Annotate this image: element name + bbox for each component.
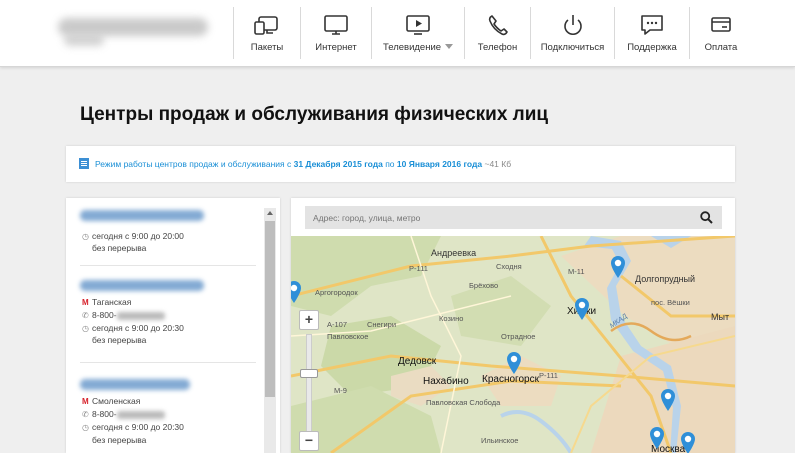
- zoom-out-button[interactable]: −: [299, 431, 319, 451]
- card-icon: [711, 17, 731, 32]
- office-break: без перерыва: [92, 435, 147, 445]
- scrollbar-thumb[interactable]: [265, 221, 275, 397]
- phone-blurred: [116, 410, 165, 419]
- map-panel: Андреевка Р-111 Сходня М-11 Долгопрудный…: [291, 198, 735, 453]
- nav-label: Телефон: [477, 42, 518, 53]
- site-header: Пакеты Интернет Телевидение Телефон Подк…: [0, 0, 795, 67]
- nav-label: Подключиться: [540, 42, 605, 53]
- nav-item-phone[interactable]: Телефон: [464, 7, 530, 59]
- office-hours: ◷ сегодня с 9:00 до 20:30: [82, 323, 184, 333]
- divider: [80, 362, 256, 363]
- document-icon: [79, 158, 89, 169]
- office-break: без перерыва: [92, 243, 147, 253]
- map-label: Долгопрудный: [635, 274, 696, 284]
- schedule-notice-link[interactable]: Режим работы центров продаж и обслуживан…: [95, 159, 511, 169]
- map-pin-icon[interactable]: [660, 388, 676, 412]
- map-view[interactable]: Андреевка Р-111 Сходня М-11 Долгопрудный…: [291, 236, 735, 453]
- nav-item-internet[interactable]: Интернет: [300, 7, 371, 59]
- main-nav: Пакеты Интернет Телевидение Телефон Подк…: [233, 7, 752, 59]
- logo-blurred-sub: [64, 34, 104, 46]
- nav-item-bundles[interactable]: Пакеты: [233, 7, 300, 59]
- map-label: А-107: [327, 320, 348, 329]
- phone-blurred: [116, 311, 165, 320]
- file-size: ~41 Кб: [482, 159, 512, 169]
- map-label: Брёхово: [469, 281, 499, 290]
- map-label: Павловское: [327, 332, 369, 341]
- office-break: без перерыва: [92, 335, 147, 345]
- zoom-slider-handle[interactable]: [300, 369, 318, 378]
- metro-icon: М: [82, 298, 89, 307]
- office-name-link[interactable]: [80, 280, 204, 291]
- map-label: Нахабино: [423, 376, 469, 387]
- search-icon[interactable]: [700, 211, 713, 224]
- map-pin-icon[interactable]: [506, 351, 522, 375]
- map-pin-icon[interactable]: [574, 297, 590, 321]
- office-metro: М Смоленская: [82, 396, 141, 406]
- map-label: Мыт: [711, 312, 730, 322]
- map-label: Андреевка: [431, 248, 477, 258]
- office-name-link[interactable]: [80, 379, 190, 390]
- chat-icon: [641, 15, 663, 35]
- map-label: Дедовск: [398, 356, 437, 367]
- zoom-slider-track[interactable]: [306, 334, 312, 438]
- map-label: Отрадное: [501, 332, 536, 341]
- office-list: ◷ сегодня с 9:00 до 20:00 без перерыва МТ…: [66, 198, 280, 453]
- nav-label: Оплата: [704, 42, 738, 53]
- bundle-icon: [254, 16, 278, 35]
- nav-label: Пакеты: [250, 42, 284, 53]
- nav-item-connect[interactable]: Подключиться: [530, 7, 614, 59]
- address-search: [305, 206, 722, 229]
- map-label: Сходня: [496, 262, 522, 271]
- divider: [80, 265, 256, 266]
- map-pin-icon[interactable]: [291, 280, 302, 304]
- map-label: Козино: [439, 314, 464, 323]
- phone-icon: [488, 15, 508, 36]
- office-phone: ✆ 8-800-: [82, 409, 165, 419]
- chevron-down-icon: [445, 44, 454, 49]
- clock-icon: ◷: [82, 324, 89, 333]
- map-label: Павловская Слобода: [426, 398, 501, 407]
- office-name-link[interactable]: [80, 210, 204, 221]
- map-label: Красногорск: [482, 374, 539, 385]
- clock-icon: ◷: [82, 423, 89, 432]
- search-input[interactable]: [305, 206, 693, 229]
- office-hours: ◷ сегодня с 9:00 до 20:30: [82, 422, 184, 432]
- phone-icon: ✆: [82, 311, 89, 320]
- map-label: Р-111: [539, 371, 558, 380]
- map-label: Снегири: [367, 320, 397, 329]
- nav-item-tv[interactable]: Телевидение: [371, 7, 464, 59]
- map-pin-icon[interactable]: [610, 255, 626, 279]
- monitor-icon: [324, 15, 348, 35]
- map-label: Ильинское: [481, 436, 519, 445]
- map-label: Р-111: [409, 264, 428, 273]
- nav-item-payment[interactable]: Оплата: [689, 7, 752, 59]
- map-label: Аргогородок: [315, 288, 358, 297]
- schedule-notice: Режим работы центров продаж и обслуживан…: [66, 146, 735, 182]
- office-metro: М Таганская: [82, 297, 132, 307]
- nav-label: Поддержка: [627, 42, 677, 53]
- zoom-in-button[interactable]: +: [299, 310, 319, 330]
- logo[interactable]: [58, 14, 210, 48]
- map-label: М-11: [568, 267, 585, 276]
- scroll-up-icon[interactable]: [267, 211, 273, 215]
- map-label: М-9: [334, 386, 347, 395]
- phone-icon: ✆: [82, 410, 89, 419]
- tv-icon: [406, 15, 430, 35]
- map-label: пос. Вёшки: [651, 298, 690, 307]
- metro-icon: М: [82, 397, 89, 406]
- scrollbar[interactable]: [264, 208, 276, 453]
- clock-icon: ◷: [82, 232, 89, 241]
- power-icon: [563, 15, 582, 35]
- office-phone: ✆ 8-800-: [82, 310, 165, 320]
- office-hours: ◷ сегодня с 9:00 до 20:00: [82, 231, 184, 241]
- map-pin-icon[interactable]: [649, 426, 665, 450]
- nav-item-support[interactable]: Поддержка: [614, 7, 689, 59]
- page-title: Центры продаж и обслуживания физических …: [80, 104, 549, 125]
- map-pin-icon[interactable]: [680, 431, 696, 453]
- nav-label: Интернет: [315, 42, 357, 53]
- nav-label-tv[interactable]: Телевидение: [383, 42, 454, 53]
